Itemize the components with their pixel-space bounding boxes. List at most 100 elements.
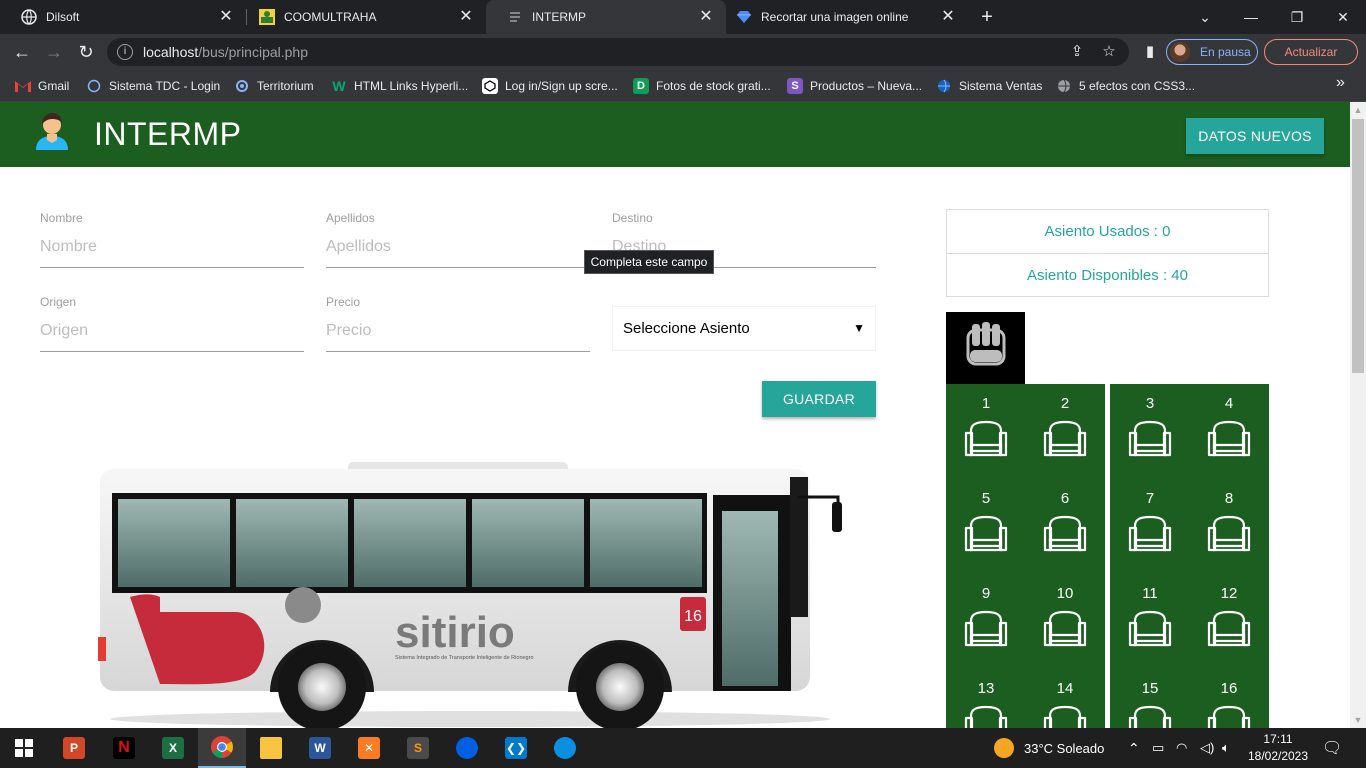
seat-10[interactable]: 10 [1025, 574, 1105, 669]
sound-icon[interactable]: ◁) [1200, 728, 1214, 768]
xampp-icon[interactable]: ✕ [345, 728, 393, 768]
seat-15[interactable]: 15 [1110, 669, 1190, 728]
profile-button[interactable]: En pausa [1166, 39, 1258, 65]
avatar [1170, 42, 1190, 62]
bookmark-label: Gmail [38, 79, 70, 93]
scroll-up-icon[interactable]: ▲ [1350, 102, 1366, 118]
profile-status: En pausa [1200, 45, 1251, 59]
bookmarks-overflow-icon[interactable]: » [1336, 74, 1345, 92]
side-panel-icon[interactable]: ▮ [1140, 42, 1160, 62]
seat-13[interactable]: 13 [946, 669, 1026, 728]
file-explorer-icon[interactable] [247, 728, 295, 768]
reload-icon[interactable]: ↻ [72, 38, 100, 66]
restore-button[interactable]: ❐ [1274, 0, 1320, 34]
bookmark-item[interactable]: W HTML Links Hyperli... [331, 77, 468, 95]
bookmark-item[interactable]: Sistema TDC - Login [86, 77, 220, 95]
nombre-input[interactable]: Nombre [40, 226, 304, 268]
seat-icon [1025, 419, 1105, 459]
bookmark-star-icon[interactable]: ☆ [1099, 42, 1119, 62]
seat-1[interactable]: 1 [946, 384, 1026, 479]
scroll-down-icon[interactable]: ▼ [1350, 712, 1366, 728]
precio-input[interactable]: Precio [326, 310, 590, 352]
seat-12[interactable]: 12 [1189, 574, 1269, 669]
system-clock[interactable]: 17:11 18/02/2023 [1246, 731, 1310, 765]
seat-number: 12 [1220, 585, 1238, 602]
minimize-button[interactable]: — [1228, 0, 1274, 34]
bookmark-item[interactable]: S Productos – Nueva... [787, 77, 922, 95]
close-tab-icon[interactable]: ✕ [218, 9, 234, 25]
seat-9[interactable]: 9 [946, 574, 1026, 669]
word-icon[interactable]: W [296, 728, 344, 768]
close-tab-icon[interactable]: ✕ [458, 9, 474, 25]
apellidos-input[interactable]: Apellidos [326, 226, 590, 268]
clock-date: 18/02/2023 [1247, 749, 1309, 763]
close-window-button[interactable]: ✕ [1320, 0, 1366, 34]
seat-icon [946, 419, 1026, 459]
notifications-icon[interactable]: 🗨︎ [1322, 728, 1342, 768]
vscode-icon[interactable]: ❮❯ [492, 728, 540, 768]
bookmark-item[interactable]: Sistema Ventas [936, 77, 1042, 95]
back-arrow-icon[interactable]: ← [8, 38, 36, 66]
origen-label: Origen [40, 295, 77, 309]
bookmark-item[interactable]: 5 efectos con CSS3... [1056, 77, 1195, 95]
browser-tab[interactable]: COOMULTRAHA ✕ [238, 0, 486, 34]
seat-16[interactable]: 16 [1189, 669, 1269, 728]
site-info-icon[interactable]: i [117, 44, 133, 60]
seat-5[interactable]: 5 [946, 479, 1026, 574]
sublime-icon[interactable]: S [394, 728, 442, 768]
bookmark-item[interactable]: Gmail [15, 77, 69, 95]
powerpoint-icon[interactable]: P [50, 728, 98, 768]
edge-icon[interactable] [541, 728, 589, 768]
browser-tab-active[interactable]: INTERMP ✕ [486, 0, 726, 34]
seat-2[interactable]: 2 [1025, 384, 1105, 479]
bookmark-label: Productos – Nueva... [810, 79, 923, 93]
seat-select[interactable]: Seleccione Asiento ▼ [612, 306, 876, 351]
page-scrollbar[interactable]: ▲ ▼ [1350, 102, 1366, 728]
seat-11[interactable]: 11 [1110, 574, 1190, 669]
seat-8[interactable]: 8 [1189, 479, 1269, 574]
save-button[interactable]: GUARDAR [762, 381, 876, 417]
seat-icon [1110, 704, 1190, 728]
seat-7[interactable]: 7 [1110, 479, 1190, 574]
windows-start-icon[interactable] [0, 728, 48, 768]
bookmark-item[interactable]: Log in/Sign up scre... [482, 77, 618, 95]
close-tab-icon[interactable]: ✕ [940, 9, 956, 25]
battery-icon[interactable]: ▭ [1152, 728, 1164, 768]
w3-icon: W [332, 78, 346, 94]
new-tab-button[interactable]: + [975, 5, 999, 29]
seat-3[interactable]: 3 [1110, 384, 1190, 479]
origen-input[interactable]: Origen [40, 310, 304, 352]
tab-search-icon[interactable]: ⌄ [1182, 0, 1228, 34]
forward-arrow-icon[interactable]: → [40, 38, 68, 66]
share-icon[interactable]: ⇪ [1067, 42, 1087, 62]
volume-icon[interactable]: 🔈︎ [1222, 728, 1230, 768]
weather-widget[interactable]: 33°C Soleado [994, 728, 1104, 768]
excel-icon[interactable]: X [149, 728, 197, 768]
nombre-field: Nombre Nombre [40, 211, 304, 268]
firefox-icon[interactable] [443, 728, 491, 768]
seat-4[interactable]: 4 [1189, 384, 1269, 479]
app-title: INTERMP [94, 116, 242, 152]
update-button[interactable]: Actualizar [1264, 39, 1358, 65]
browser-tab[interactable]: Dilsoft ✕ [0, 0, 246, 34]
close-tab-icon[interactable]: ✕ [698, 9, 714, 25]
bookmark-item[interactable]: Territorium [234, 77, 314, 95]
seat-6[interactable]: 6 [1025, 479, 1105, 574]
chrome-icon[interactable] [198, 728, 246, 768]
new-data-button[interactable]: DATOS NUEVOS [1186, 118, 1324, 154]
browser-tab[interactable]: Recortar una imagen online ✕ [726, 0, 968, 34]
seat-number: 11 [1142, 585, 1158, 602]
bookmark-label: Sistema TDC - Login [109, 79, 221, 93]
address-bar[interactable]: i localhost/bus/principal.php ⇪ ☆ [107, 38, 1129, 66]
seat-number: 5 [981, 490, 991, 507]
seat-14[interactable]: 14 [1025, 669, 1105, 728]
url-text[interactable]: localhost/bus/principal.php [143, 44, 308, 60]
bookmark-item[interactable]: D Fotos de stock grati... [633, 77, 771, 95]
weather-text: 33°C Soleado [1024, 740, 1105, 756]
seats-used: Asiento Usados : 0 [1044, 223, 1171, 240]
wifi-icon[interactable]: ◠ [1176, 728, 1187, 768]
chevron-up-icon[interactable]: ⌃ [1128, 728, 1140, 768]
scrollbar-thumb[interactable] [1352, 119, 1364, 373]
seat-number: 1 [981, 395, 991, 412]
netflix-icon[interactable]: N [100, 728, 148, 768]
